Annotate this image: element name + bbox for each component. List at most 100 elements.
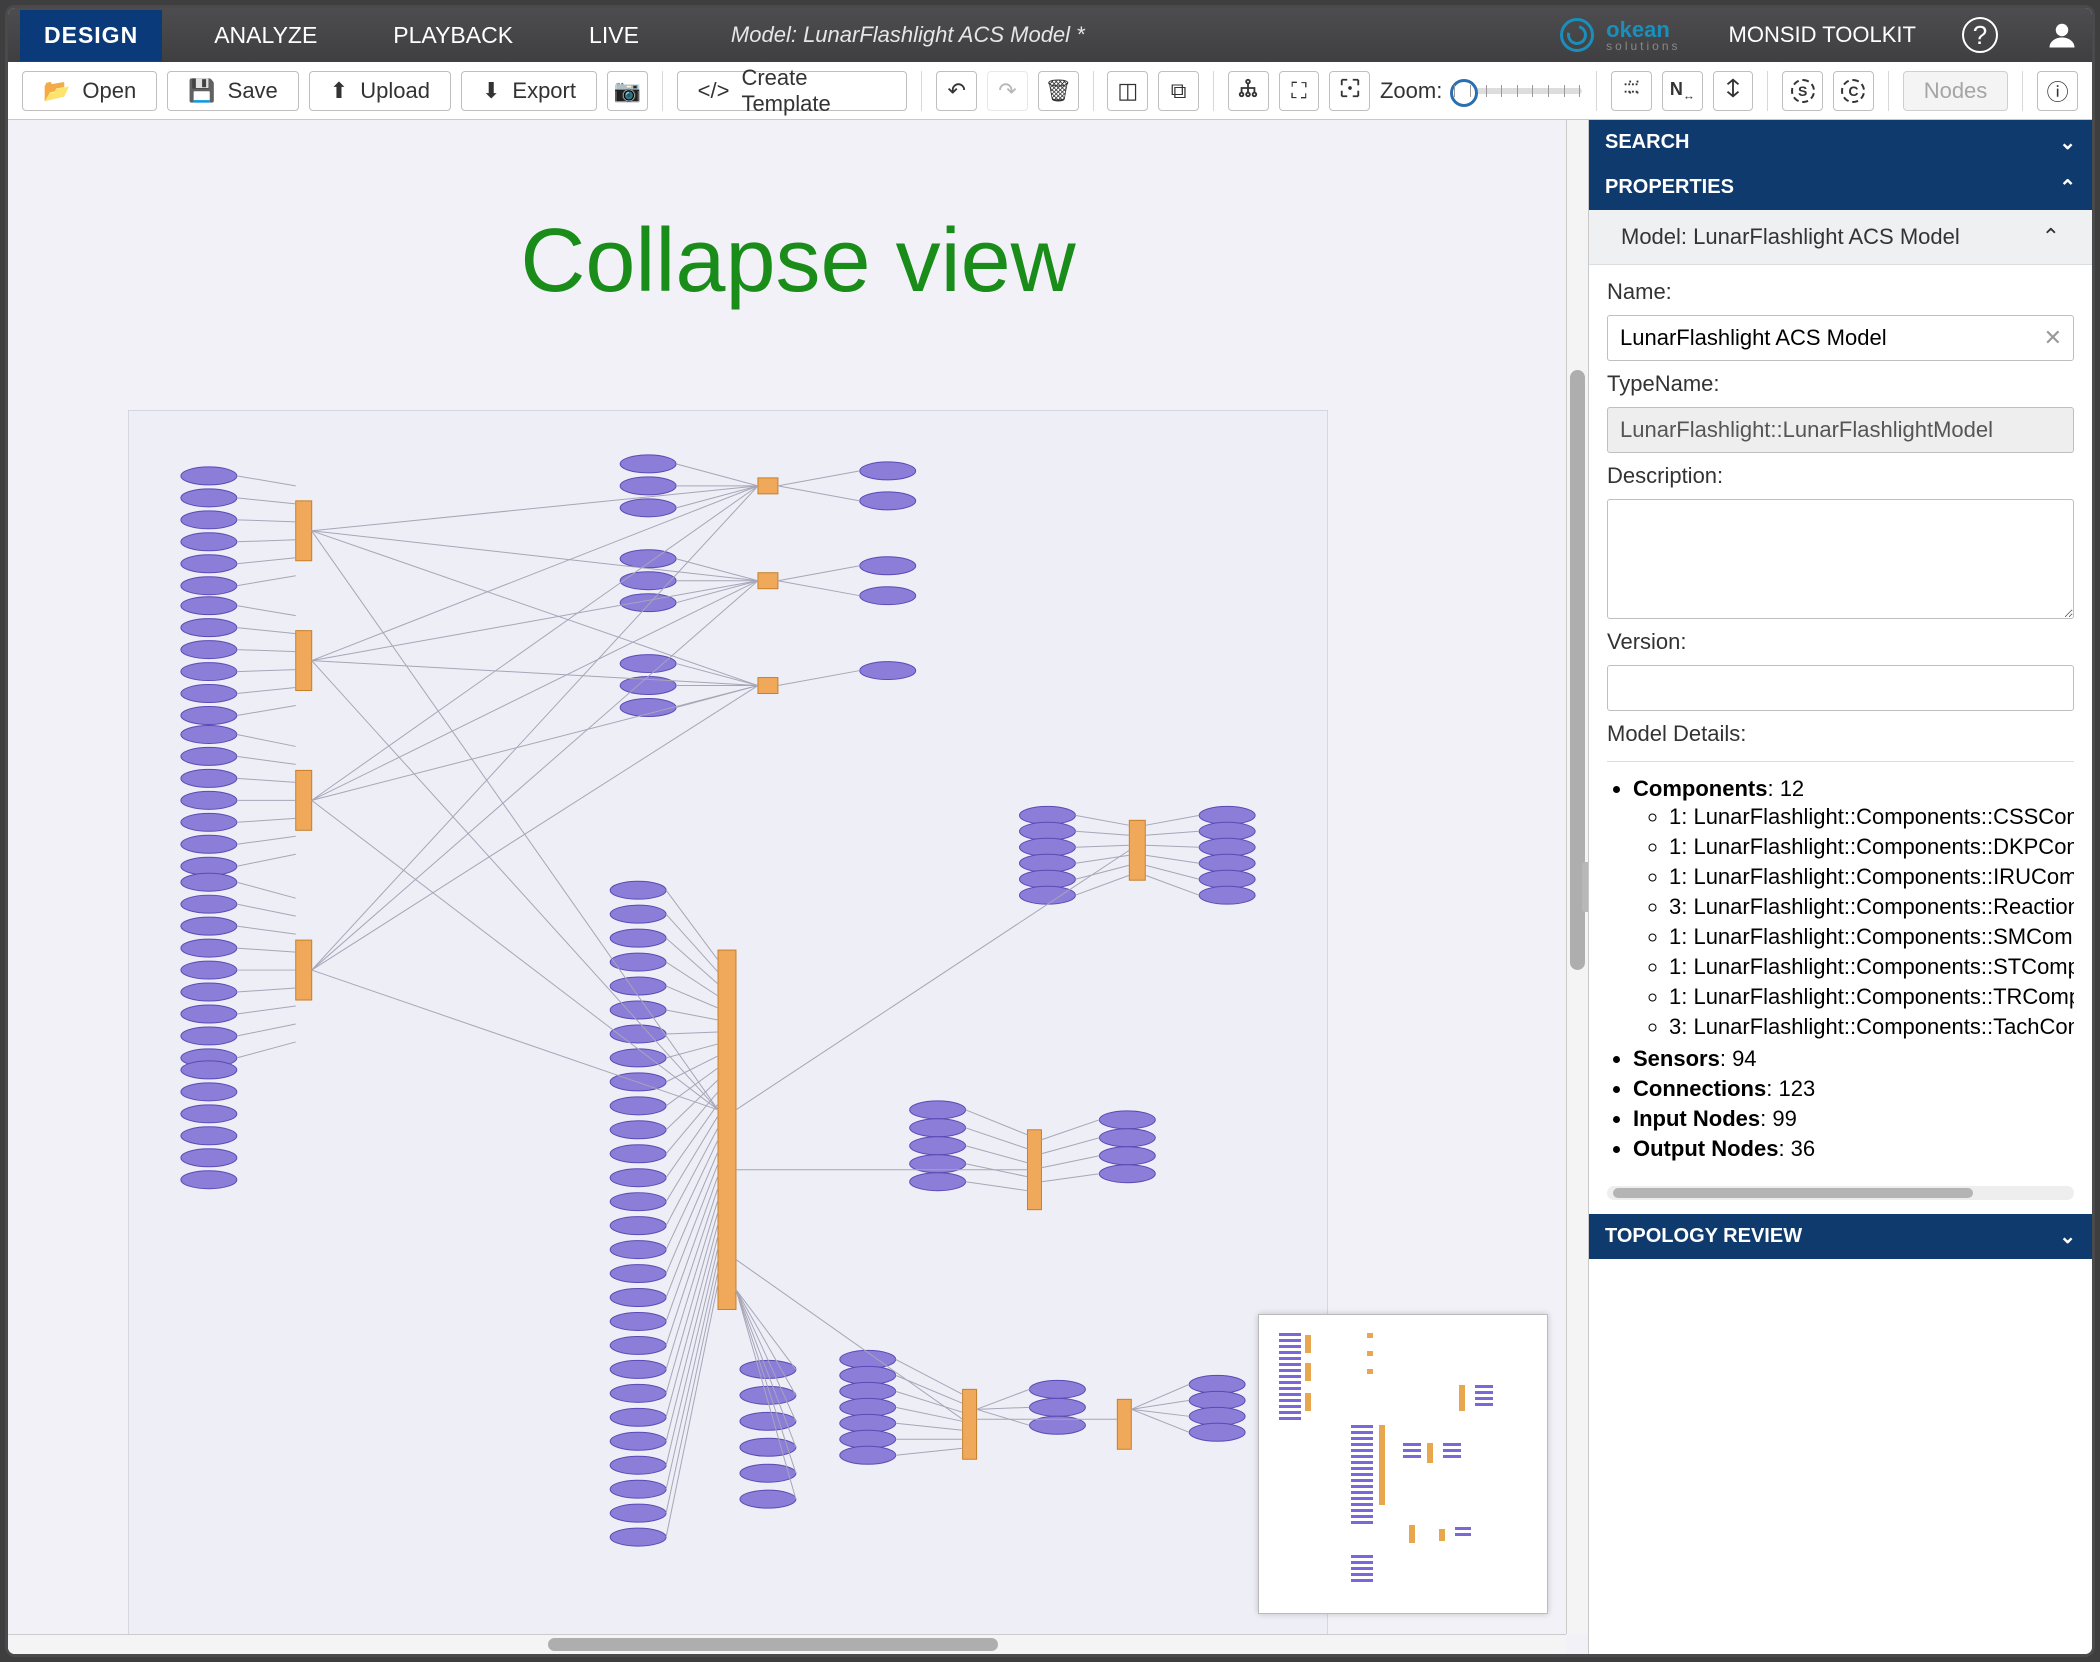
ungroup-button[interactable]: ⧉ [1158, 71, 1199, 111]
properties-accordion[interactable]: PROPERTIES ⌃ [1589, 165, 2092, 210]
sensor-node[interactable] [181, 1127, 237, 1145]
sensor-node[interactable] [181, 511, 237, 529]
sensor-node[interactable] [620, 572, 676, 590]
version-input[interactable] [1607, 665, 2074, 711]
sensor-node[interactable] [1199, 822, 1255, 840]
save-button[interactable]: 💾 Save [167, 71, 299, 111]
center-button[interactable] [1329, 71, 1370, 111]
sensor-node[interactable] [610, 1241, 666, 1259]
sensor-node[interactable] [610, 1145, 666, 1163]
sensor-node[interactable] [610, 1432, 666, 1450]
component-node[interactable] [296, 631, 312, 691]
hierarchy-button[interactable] [1228, 71, 1269, 111]
sensor-node[interactable] [181, 619, 237, 637]
sensor-node[interactable] [181, 961, 237, 979]
sensor-node[interactable] [181, 857, 237, 875]
sensor-node[interactable] [840, 1414, 896, 1432]
sensor-node[interactable] [181, 597, 237, 615]
sensor-node[interactable] [181, 813, 237, 831]
sensor-node[interactable] [610, 1480, 666, 1498]
sensor-node[interactable] [1189, 1423, 1245, 1441]
component-node[interactable] [758, 573, 778, 589]
sensor-node[interactable] [181, 835, 237, 853]
upload-button[interactable]: ⬆ Upload [309, 71, 451, 111]
sensor-node[interactable] [610, 1456, 666, 1474]
tab-playback[interactable]: PLAYBACK [369, 10, 537, 61]
sensor-node[interactable] [620, 455, 676, 473]
sensor-node[interactable] [610, 1360, 666, 1378]
tab-design[interactable]: DESIGN [20, 10, 162, 61]
sensor-node[interactable] [181, 707, 237, 725]
sensor-node[interactable] [860, 462, 916, 480]
sensor-node[interactable] [840, 1398, 896, 1416]
sensor-node[interactable] [181, 1083, 237, 1101]
undo-button[interactable]: ↶ [936, 71, 977, 111]
component-node[interactable] [296, 501, 312, 561]
open-button[interactable]: 📂 Open [22, 71, 157, 111]
sensor-node[interactable] [610, 881, 666, 899]
sensor-node[interactable] [1189, 1375, 1245, 1393]
sensor-node[interactable] [860, 492, 916, 510]
toolbar-help-button[interactable]: ⓘ [2037, 71, 2078, 111]
sensor-node[interactable] [1020, 806, 1076, 824]
sensor-node[interactable] [1029, 1380, 1085, 1398]
sensor-node[interactable] [610, 1193, 666, 1211]
sensor-node[interactable] [1199, 870, 1255, 888]
nodes-button[interactable]: Nodes [1903, 71, 2009, 111]
sensor-node[interactable] [860, 557, 916, 575]
screenshot-button[interactable]: 📷 [607, 71, 648, 111]
sensor-node[interactable] [181, 467, 237, 485]
component-node[interactable] [758, 678, 778, 694]
sensor-node[interactable] [181, 577, 237, 595]
delete-button[interactable]: 🗑 [1038, 71, 1079, 111]
sensor-node[interactable] [181, 663, 237, 681]
sensor-node[interactable] [1199, 806, 1255, 824]
sensor-node[interactable] [1189, 1391, 1245, 1409]
snap-button[interactable] [1611, 71, 1652, 111]
sensor-node[interactable] [181, 1005, 237, 1023]
sensor-node[interactable] [740, 1464, 796, 1482]
topology-accordion[interactable]: TOPOLOGY REVIEW ⌄ [1589, 1214, 2092, 1259]
export-button[interactable]: ⬇ Export [461, 71, 597, 111]
sensor-node[interactable] [610, 1169, 666, 1187]
sensor-node[interactable] [610, 1504, 666, 1522]
tab-live[interactable]: LIVE [565, 10, 663, 61]
sensor-node[interactable] [610, 1097, 666, 1115]
sensor-node[interactable] [840, 1430, 896, 1448]
component-node[interactable] [758, 478, 778, 494]
sensor-node[interactable] [1029, 1398, 1085, 1416]
sensor-node[interactable] [1199, 838, 1255, 856]
sensor-node[interactable] [181, 769, 237, 787]
name-input[interactable] [1607, 315, 2074, 361]
sensor-node[interactable] [1099, 1165, 1155, 1183]
sensor-node[interactable] [610, 1528, 666, 1546]
sensor-node[interactable] [181, 489, 237, 507]
sensor-node[interactable] [610, 977, 666, 995]
sensor-node[interactable] [181, 641, 237, 659]
sensor-node[interactable] [1099, 1129, 1155, 1147]
sensor-node[interactable] [1020, 822, 1076, 840]
zoom-slider[interactable] [1452, 88, 1582, 94]
sensor-node[interactable] [181, 1027, 237, 1045]
sensor-node[interactable] [181, 939, 237, 957]
sensor-node[interactable] [181, 917, 237, 935]
sensor-node[interactable] [181, 1171, 237, 1189]
sensor-node[interactable] [181, 555, 237, 573]
component-node[interactable] [296, 770, 312, 830]
sensor-node[interactable] [181, 1149, 237, 1167]
sensor-node[interactable] [740, 1360, 796, 1378]
sensor-node[interactable] [610, 1336, 666, 1354]
sensor-node[interactable] [840, 1382, 896, 1400]
sensor-node[interactable] [1020, 870, 1076, 888]
sensor-node[interactable] [181, 685, 237, 703]
sensor-node[interactable] [620, 477, 676, 495]
user-icon[interactable] [2044, 17, 2080, 53]
component-node[interactable] [1027, 1130, 1041, 1210]
sensor-node[interactable] [610, 1312, 666, 1330]
sensor-node[interactable] [860, 662, 916, 680]
model-header[interactable]: Model: LunarFlashlight ACS Model ⌃ [1589, 210, 2092, 265]
sensor-node[interactable] [1199, 854, 1255, 872]
graph-container[interactable] [128, 410, 1328, 1650]
component-node[interactable] [718, 950, 736, 1309]
sensor-node[interactable] [910, 1137, 966, 1155]
